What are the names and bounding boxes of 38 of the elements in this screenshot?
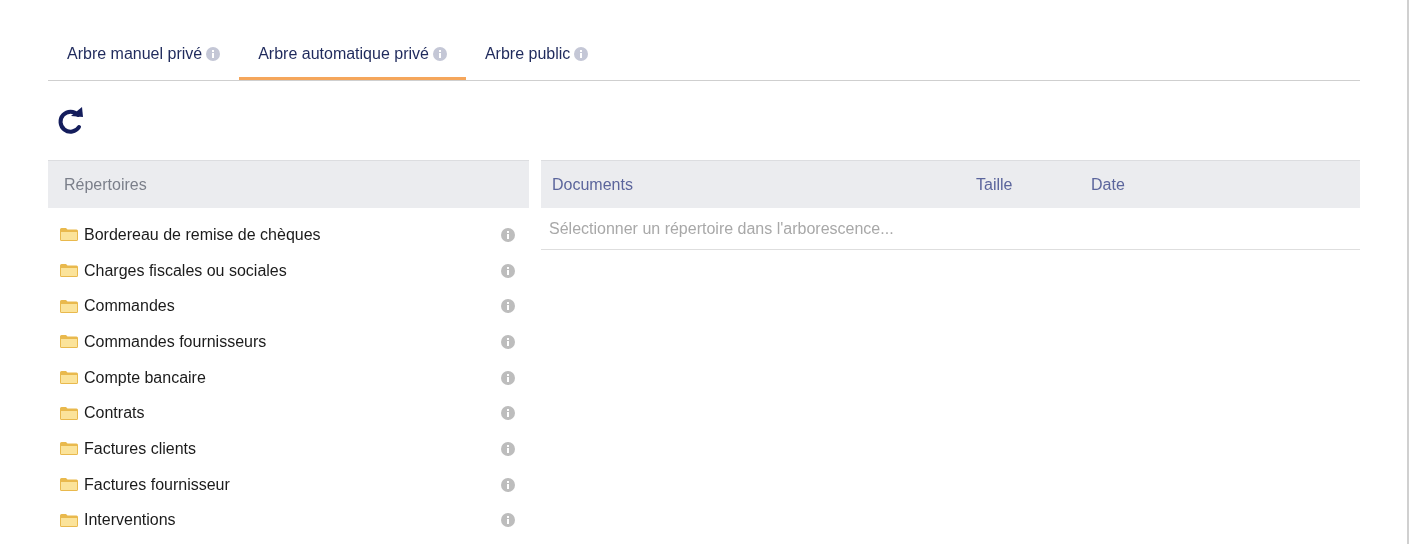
folder-icon: [60, 335, 78, 349]
directory-item[interactable]: Charges fiscales ou sociales: [48, 252, 529, 289]
info-icon: [432, 46, 447, 61]
directory-item[interactable]: Factures fournisseur: [48, 466, 529, 503]
directory-item[interactable]: Commandes: [48, 288, 529, 325]
column-header: Date: [1091, 175, 1125, 193]
info-icon: [501, 406, 515, 421]
info-icon: [501, 441, 515, 456]
folder-icon: [60, 371, 78, 385]
directory-item[interactable]: Compte bancaire: [48, 359, 529, 396]
folder-icon: [60, 264, 78, 278]
directory-item[interactable]: Contrats: [48, 395, 529, 432]
info-icon: [501, 263, 515, 278]
info-icon: [501, 334, 515, 349]
folder-icon: [60, 478, 78, 492]
directory-item[interactable]: Bordereau de remise de chèques: [48, 217, 529, 253]
folder-icon: [60, 299, 78, 313]
directory-item[interactable]: Factures clients: [48, 431, 529, 467]
info-icon: [501, 227, 515, 242]
tab[interactable]: Arbre public: [465, 30, 608, 80]
empty-message: Sélectionner un répertoire dans l'arborescence...: [549, 218, 894, 239]
info-icon: [206, 46, 221, 61]
tab[interactable]: Arbre manuel privé: [48, 30, 240, 80]
info-icon: [501, 513, 515, 528]
folder-icon: [60, 406, 78, 420]
info-icon: [501, 299, 515, 314]
info-icon: [501, 370, 515, 385]
panel-header: Répertoires: [48, 160, 529, 208]
column-header: Taille: [976, 175, 1013, 193]
column-header: Documents: [552, 175, 633, 193]
directory-item[interactable]: Interventions: [48, 502, 529, 539]
info-icon: [501, 477, 515, 492]
tab[interactable]: Arbre automatique privé: [239, 30, 466, 80]
folder-icon: [60, 442, 78, 456]
directory-item[interactable]: Commandes fournisseurs: [48, 324, 529, 360]
info-icon: [574, 46, 589, 61]
folder-icon: [60, 513, 78, 527]
folder-icon: [60, 228, 78, 242]
